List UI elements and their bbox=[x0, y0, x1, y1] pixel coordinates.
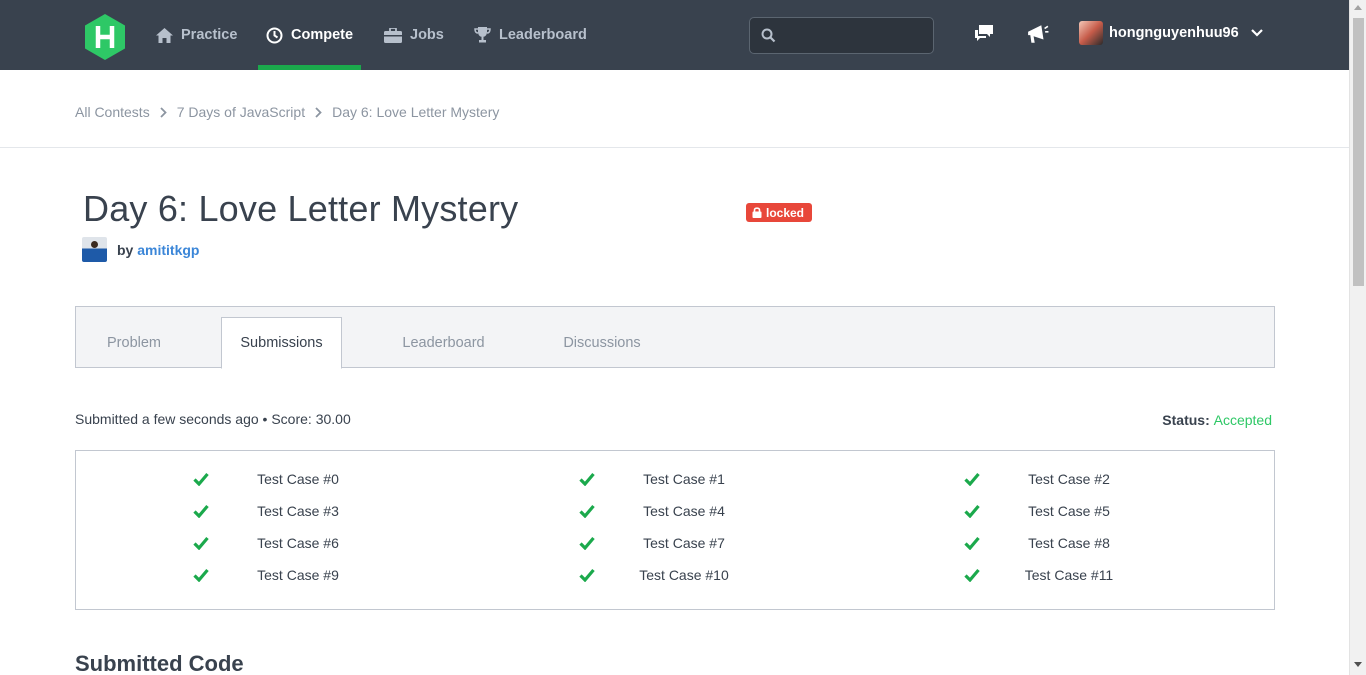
check-icon bbox=[579, 568, 595, 582]
author-line: by amititkgp bbox=[82, 237, 199, 262]
test-case-label: Test Case #8 bbox=[1028, 535, 1110, 551]
test-case-item[interactable]: Test Case #10 bbox=[76, 567, 1274, 583]
nav-compete[interactable]: Compete bbox=[266, 0, 353, 70]
nav-jobs-label: Jobs bbox=[410, 27, 444, 43]
locked-badge: locked bbox=[746, 203, 813, 222]
nav-practice[interactable]: Practice bbox=[156, 0, 237, 70]
check-icon bbox=[964, 568, 980, 582]
test-case-item[interactable]: Test Case #2 bbox=[76, 471, 1274, 487]
page-scrollbar[interactable] bbox=[1349, 0, 1366, 675]
test-case-label: Test Case #6 bbox=[257, 535, 339, 551]
search-input[interactable] bbox=[749, 17, 934, 54]
breadcrumb-challenge[interactable]: Day 6: Love Letter Mystery bbox=[332, 104, 499, 120]
test-case-label: Test Case #10 bbox=[639, 567, 729, 583]
top-navbar: Practice Compete Jobs Leaderboard hongng… bbox=[0, 0, 1349, 70]
test-case-item[interactable]: Test Case #8 bbox=[76, 535, 1274, 551]
tab-problem[interactable]: Problem bbox=[76, 317, 192, 368]
test-case-label: Test Case #5 bbox=[1028, 503, 1110, 519]
check-icon bbox=[579, 504, 595, 518]
check-icon bbox=[193, 472, 209, 486]
check-icon bbox=[964, 472, 980, 486]
username: hongnguyenhuu96 bbox=[1109, 25, 1239, 41]
nav-practice-label: Practice bbox=[181, 27, 238, 43]
breadcrumb: All Contests 7 Days of JavaScript Day 6:… bbox=[75, 104, 499, 120]
test-case-label: Test Case #11 bbox=[1024, 567, 1114, 583]
locked-label: locked bbox=[766, 205, 805, 220]
author-avatar[interactable] bbox=[82, 237, 107, 262]
test-case-item[interactable]: Test Case #0 bbox=[76, 471, 1274, 487]
breadcrumb-all-contests[interactable]: All Contests bbox=[75, 104, 150, 120]
test-case-label: Test Case #1 bbox=[643, 471, 725, 487]
check-icon bbox=[193, 536, 209, 550]
submission-status: Status: Accepted bbox=[1162, 412, 1272, 428]
test-case-label: Test Case #4 bbox=[643, 503, 725, 519]
test-case-label: Test Case #9 bbox=[257, 567, 339, 583]
avatar bbox=[1079, 21, 1103, 45]
status-label: Status: bbox=[1162, 412, 1210, 428]
chevron-down-icon bbox=[1250, 29, 1263, 37]
nav-compete-label: Compete bbox=[291, 27, 354, 43]
lock-icon bbox=[752, 207, 762, 218]
test-case-label: Test Case #0 bbox=[257, 471, 339, 487]
tab-submissions[interactable]: Submissions bbox=[221, 317, 342, 369]
chat-icon[interactable] bbox=[973, 23, 995, 45]
trophy-icon bbox=[474, 27, 491, 43]
submission-summary: Submitted a few seconds ago • Score: 30.… bbox=[75, 411, 351, 427]
test-case-label: Test Case #2 bbox=[1028, 471, 1110, 487]
user-menu[interactable]: hongnguyenhuu96 bbox=[1079, 21, 1263, 45]
megaphone-icon[interactable] bbox=[1027, 23, 1049, 45]
test-case-label: Test Case #3 bbox=[257, 503, 339, 519]
author-link[interactable]: amititkgp bbox=[137, 242, 199, 258]
check-icon bbox=[964, 536, 980, 550]
submitted-code-heading: Submitted Code bbox=[75, 651, 244, 675]
test-case-item[interactable]: Test Case #4 bbox=[76, 503, 1274, 519]
nav-jobs[interactable]: Jobs bbox=[384, 0, 444, 70]
by-label: by bbox=[117, 241, 134, 258]
test-case-item[interactable]: Test Case #3 bbox=[76, 503, 1274, 519]
search-icon bbox=[761, 28, 776, 43]
page-title: Day 6: Love Letter Mystery bbox=[83, 188, 519, 229]
breadcrumb-bar: All Contests 7 Days of JavaScript Day 6:… bbox=[0, 70, 1349, 148]
test-case-item[interactable]: Test Case #5 bbox=[76, 503, 1274, 519]
home-icon bbox=[156, 27, 173, 43]
tab-leaderboard[interactable]: Leaderboard bbox=[376, 317, 511, 368]
nav-leaderboard[interactable]: Leaderboard bbox=[474, 0, 587, 70]
test-case-item[interactable]: Test Case #7 bbox=[76, 535, 1274, 551]
breadcrumb-contest[interactable]: 7 Days of JavaScript bbox=[177, 104, 305, 120]
chevron-right-icon bbox=[315, 106, 322, 118]
status-value: Accepted bbox=[1213, 412, 1272, 428]
test-cases-panel: Test Case #0 Test Case #1 Test Case #2 Test… bbox=[75, 450, 1275, 610]
test-case-label: Test Case #7 bbox=[643, 535, 725, 551]
scroll-up-arrow-icon[interactable] bbox=[1354, 5, 1362, 10]
test-case-item[interactable]: Test Case #9 bbox=[76, 567, 1274, 583]
briefcase-icon bbox=[384, 27, 402, 43]
test-case-item[interactable]: Test Case #11 bbox=[76, 567, 1274, 583]
check-icon bbox=[193, 504, 209, 518]
challenge-tabs: Problem Submissions Leaderboard Discussi… bbox=[75, 306, 1275, 369]
clock-icon bbox=[266, 27, 283, 43]
hackerrank-logo-icon[interactable] bbox=[83, 13, 127, 61]
check-icon bbox=[579, 472, 595, 486]
check-icon bbox=[193, 568, 209, 582]
tab-discussions[interactable]: Discussions bbox=[536, 317, 668, 368]
check-icon bbox=[964, 504, 980, 518]
test-case-item[interactable]: Test Case #6 bbox=[76, 535, 1274, 551]
scroll-thumb[interactable] bbox=[1353, 18, 1364, 286]
test-case-item[interactable]: Test Case #1 bbox=[76, 471, 1274, 487]
chevron-right-icon bbox=[160, 106, 167, 118]
scroll-down-arrow-icon[interactable] bbox=[1354, 662, 1362, 667]
check-icon bbox=[579, 536, 595, 550]
nav-leaderboard-label: Leaderboard bbox=[499, 27, 587, 43]
